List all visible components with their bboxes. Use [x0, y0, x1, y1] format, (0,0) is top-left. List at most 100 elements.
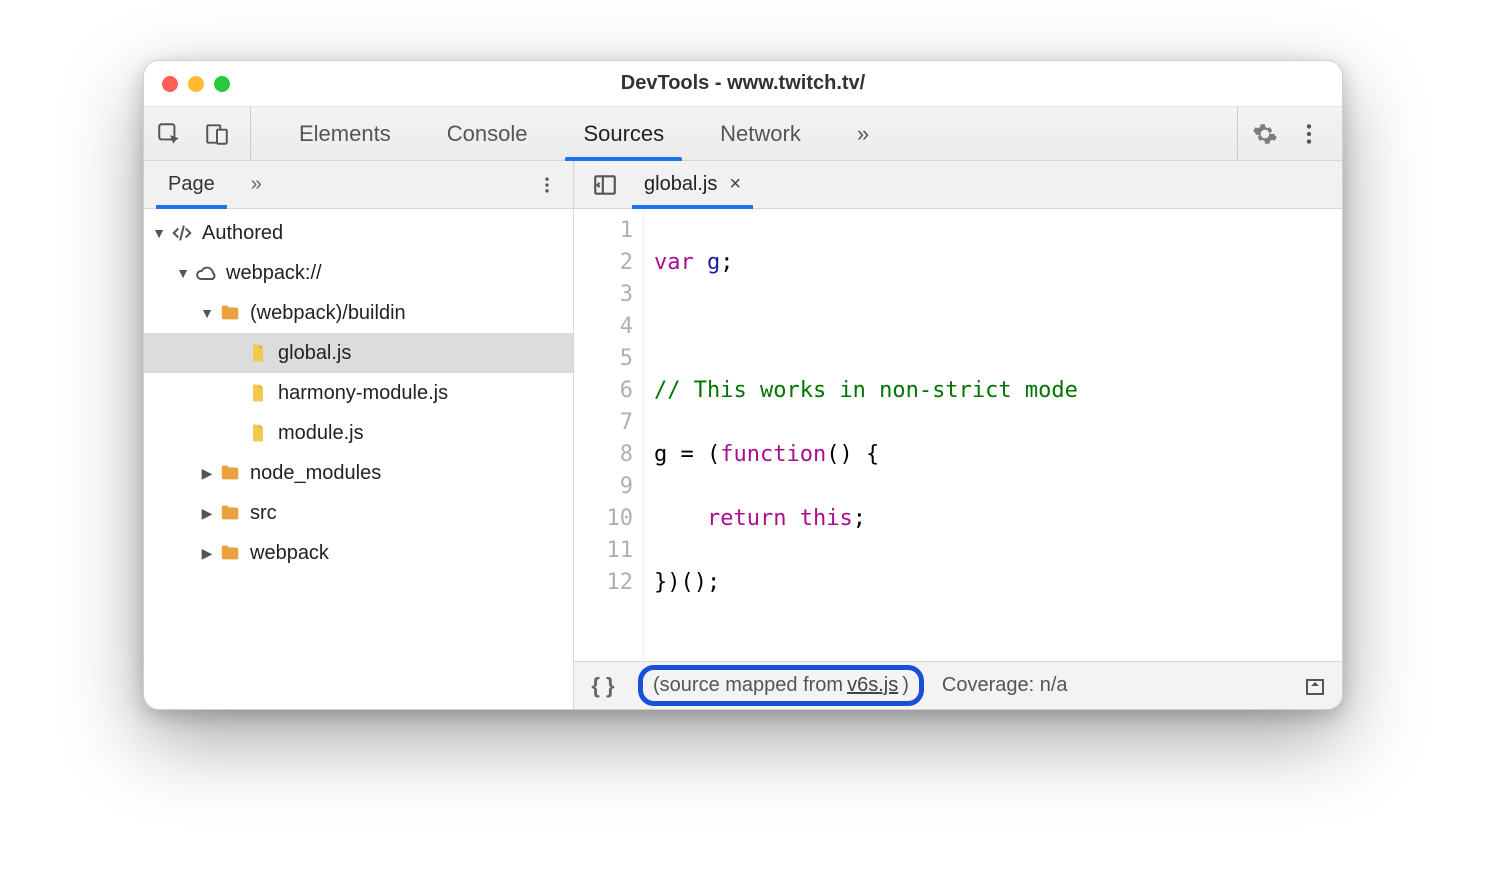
line-number: 3	[574, 279, 633, 311]
code-icon	[170, 221, 194, 245]
window-title: DevTools - www.twitch.tv/	[144, 72, 1342, 95]
inspect-element-icon[interactable]	[154, 119, 184, 149]
line-number: 8	[574, 439, 633, 471]
window-controls	[144, 76, 230, 92]
tree-folder-webpack[interactable]: ▶ webpack	[144, 533, 573, 573]
close-window-button[interactable]	[162, 76, 178, 92]
editor-area: global.js × 1 2 3 4 5 6 7 8 9	[574, 161, 1342, 709]
code-token: () {	[826, 442, 879, 467]
source-mapped-link[interactable]: v6s.js	[847, 674, 898, 697]
code-token: this	[800, 506, 853, 531]
tabs-overflow-label: »	[857, 121, 869, 147]
tab-sources-label: Sources	[583, 121, 664, 147]
toggle-navigator-icon[interactable]	[582, 161, 628, 208]
code-token: ;	[720, 250, 733, 275]
tree-file-harmony-label: harmony-module.js	[278, 382, 448, 405]
close-tab-icon[interactable]: ×	[729, 173, 741, 196]
tab-elements[interactable]: Elements	[271, 107, 419, 160]
source-mapped-badge: (source mapped from v6s.js)	[638, 665, 924, 706]
code-editor[interactable]: 1 2 3 4 5 6 7 8 9 10 11 12 var g; // Thi…	[574, 209, 1342, 661]
navigator-sidebar: Page » ▼ Authored	[144, 161, 574, 709]
chevron-down-icon: ▼	[150, 225, 168, 241]
tree-file-harmony[interactable]: harmony-module.js	[144, 373, 573, 413]
code-token: })();	[654, 570, 720, 595]
code-token	[654, 506, 707, 531]
line-number: 10	[574, 503, 633, 535]
navigator-tabs: Page »	[144, 161, 573, 209]
editor-tab-global[interactable]: global.js ×	[628, 161, 757, 208]
tree-buildin-folder[interactable]: ▼ (webpack)/buildin	[144, 293, 573, 333]
line-number: 2	[574, 247, 633, 279]
zoom-window-button[interactable]	[214, 76, 230, 92]
tree-folder-src[interactable]: ▶ src	[144, 493, 573, 533]
cloud-icon	[194, 261, 218, 285]
code-token: return	[707, 506, 800, 531]
chevron-right-icon: ▶	[198, 505, 216, 522]
main-toolbar: Elements Console Sources Network »	[144, 107, 1342, 161]
file-icon	[246, 421, 270, 445]
tab-elements-label: Elements	[299, 121, 391, 147]
tree-file-module-label: module.js	[278, 422, 364, 445]
editor-footer: { } (source mapped from v6s.js) Coverage…	[574, 661, 1342, 709]
tab-network-label: Network	[720, 121, 801, 147]
file-tree: ▼ Authored ▼ webpack:// ▼	[144, 209, 573, 709]
file-icon	[246, 381, 270, 405]
navigator-tabs-overflow[interactable]: »	[233, 161, 280, 208]
code-token: function	[720, 442, 826, 467]
tab-sources[interactable]: Sources	[555, 107, 692, 160]
navigator-tab-page-label: Page	[168, 173, 215, 196]
code-token: // This works in non-strict mode	[654, 378, 1078, 403]
tree-folder-src-label: src	[250, 502, 277, 525]
line-number: 12	[574, 567, 633, 599]
code-token: ;	[853, 506, 866, 531]
file-icon	[246, 341, 270, 365]
chevron-right-icon: ▶	[198, 545, 216, 562]
settings-icon[interactable]	[1250, 119, 1280, 149]
tree-webpack-origin[interactable]: ▼ webpack://	[144, 253, 573, 293]
show-console-drawer-icon[interactable]	[1300, 671, 1330, 701]
tree-authored-label: Authored	[202, 222, 283, 245]
tree-folder-webpack-label: webpack	[250, 542, 329, 565]
line-number: 7	[574, 407, 633, 439]
tree-file-module[interactable]: module.js	[144, 413, 573, 453]
folder-icon	[218, 541, 242, 565]
tree-authored[interactable]: ▼ Authored	[144, 213, 573, 253]
tree-buildin-label: (webpack)/buildin	[250, 302, 406, 325]
content-split: Page » ▼ Authored	[144, 161, 1342, 709]
navigator-more-icon[interactable]	[527, 161, 567, 208]
navigator-tab-page[interactable]: Page	[150, 161, 233, 208]
tab-console[interactable]: Console	[419, 107, 556, 160]
navigator-tabs-overflow-label: »	[251, 173, 262, 196]
code-token: var	[654, 250, 707, 275]
line-number: 5	[574, 343, 633, 375]
coverage-label: Coverage: n/a	[942, 674, 1068, 697]
line-number: 9	[574, 471, 633, 503]
device-toolbar-icon[interactable]	[202, 119, 232, 149]
code-content: var g; // This works in non-strict mode …	[644, 209, 1342, 661]
tab-console-label: Console	[447, 121, 528, 147]
tabs-overflow-button[interactable]: »	[829, 107, 897, 160]
titlebar: DevTools - www.twitch.tv/	[144, 61, 1342, 107]
code-token: g	[707, 250, 720, 275]
code-token: g = (	[654, 442, 720, 467]
line-number: 6	[574, 375, 633, 407]
more-menu-icon[interactable]	[1294, 119, 1324, 149]
chevron-down-icon: ▼	[198, 305, 216, 321]
line-number: 11	[574, 535, 633, 567]
chevron-right-icon: ▶	[198, 465, 216, 482]
tree-file-global-label: global.js	[278, 342, 351, 365]
chevron-down-icon: ▼	[174, 265, 192, 281]
line-number: 1	[574, 215, 633, 247]
minimize-window-button[interactable]	[188, 76, 204, 92]
source-mapped-suffix: )	[902, 674, 909, 697]
tree-folder-nodemodules[interactable]: ▶ node_modules	[144, 453, 573, 493]
source-mapped-prefix: (source mapped from	[653, 674, 843, 697]
editor-tabstrip: global.js ×	[574, 161, 1342, 209]
tab-network[interactable]: Network	[692, 107, 829, 160]
folder-icon	[218, 461, 242, 485]
tree-file-global[interactable]: global.js	[144, 333, 573, 373]
line-gutter: 1 2 3 4 5 6 7 8 9 10 11 12	[574, 209, 644, 661]
tree-folder-nodemodules-label: node_modules	[250, 462, 381, 485]
editor-tab-label: global.js	[644, 173, 717, 196]
pretty-print-icon[interactable]: { }	[586, 673, 620, 699]
